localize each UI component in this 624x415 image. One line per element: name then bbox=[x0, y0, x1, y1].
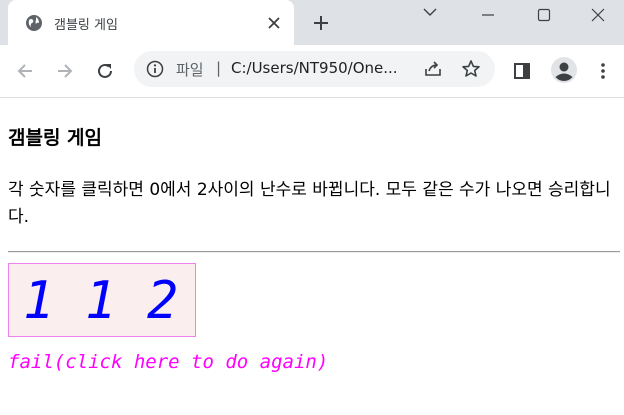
address-scheme-label: 파일 bbox=[176, 61, 204, 79]
tab-close-button[interactable] bbox=[264, 13, 284, 33]
tab-search-button[interactable] bbox=[418, 2, 442, 22]
minimize-icon bbox=[482, 14, 494, 16]
page-heading: 갬블링 게임 bbox=[8, 127, 103, 149]
menu-button[interactable] bbox=[590, 58, 616, 84]
maximize-button[interactable] bbox=[516, 0, 572, 30]
back-arrow-icon bbox=[17, 64, 32, 78]
page-content: 갬블링 게임 각 숫자를 클릭하면 0에서 2사이의 난수로 바뀝니다. 모두 … bbox=[0, 98, 624, 415]
kebab-menu-icon bbox=[601, 63, 605, 79]
horizontal-divider bbox=[8, 251, 620, 253]
plus-icon bbox=[314, 16, 328, 30]
close-icon bbox=[268, 17, 280, 29]
forward-button[interactable] bbox=[52, 58, 78, 84]
browser-toolbar: 파일 | C:/Users/NT950/One... bbox=[0, 45, 624, 98]
profile-avatar-icon bbox=[551, 57, 577, 83]
reload-button[interactable] bbox=[92, 58, 118, 84]
address-url[interactable]: C:/Users/NT950/One... bbox=[231, 59, 411, 77]
result-retry-link[interactable]: fail(click here to do again) bbox=[8, 351, 328, 373]
profile-button[interactable] bbox=[550, 56, 578, 84]
maximize-icon bbox=[537, 8, 551, 22]
back-button[interactable] bbox=[12, 58, 38, 84]
side-panel-button[interactable] bbox=[509, 58, 535, 84]
star-icon[interactable] bbox=[461, 59, 481, 79]
browser-tab-active[interactable]: 갬블링 게임 bbox=[8, 0, 294, 45]
tab-title: 갬블링 게임 bbox=[54, 18, 118, 33]
info-icon[interactable] bbox=[146, 60, 164, 78]
minimize-button[interactable] bbox=[460, 0, 516, 30]
number-cell[interactable]: 1 bbox=[23, 271, 54, 331]
chevron-down-icon bbox=[423, 8, 437, 16]
number-cell[interactable]: 1 bbox=[85, 271, 116, 331]
browser-titlebar: 갬블링 게임 bbox=[0, 0, 624, 45]
globe-icon bbox=[26, 15, 42, 31]
window-close-button[interactable] bbox=[572, 0, 624, 30]
side-panel-icon bbox=[514, 63, 530, 79]
address-separator: | bbox=[216, 59, 222, 77]
address-bar[interactable]: 파일 | C:/Users/NT950/One... bbox=[134, 51, 495, 87]
number-cell[interactable]: 2 bbox=[147, 271, 178, 331]
reload-icon bbox=[98, 63, 112, 78]
close-icon bbox=[591, 8, 605, 22]
share-icon[interactable] bbox=[423, 59, 443, 79]
new-tab-button[interactable] bbox=[309, 11, 333, 35]
game-description: 각 숫자를 클릭하면 0에서 2사이의 난수로 바뀝니다. 모두 같은 수가 나… bbox=[8, 180, 611, 227]
number-box: 1 1 2 bbox=[8, 263, 196, 337]
forward-arrow-icon bbox=[58, 64, 73, 78]
